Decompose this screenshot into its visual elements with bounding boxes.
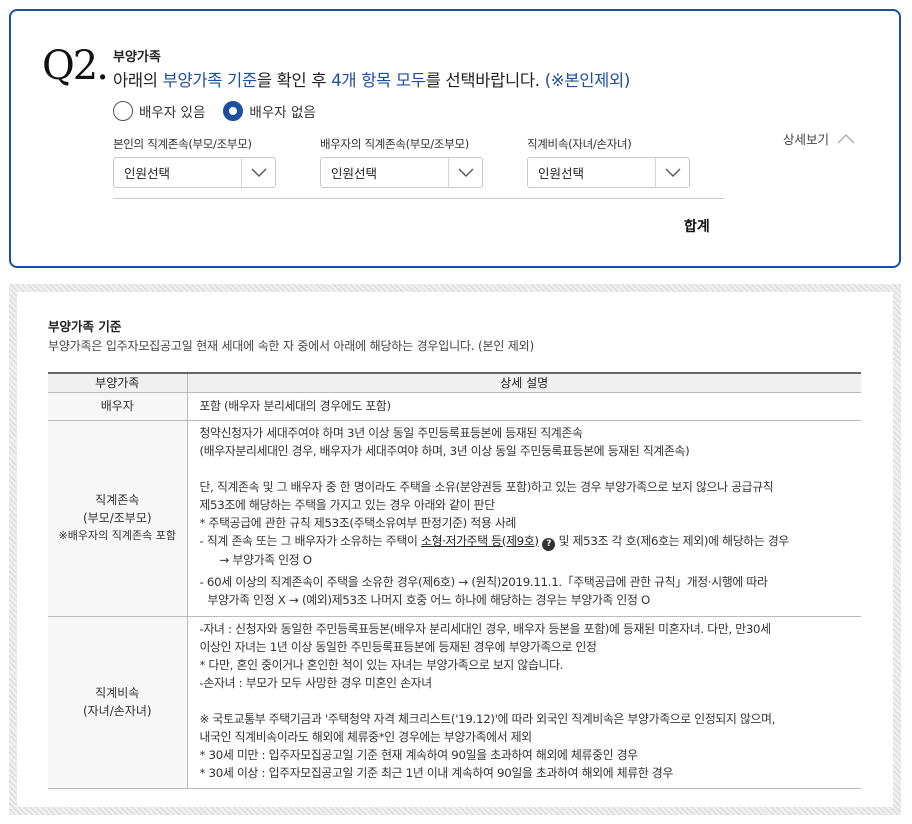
detail-toggle-button[interactable]: 상세보기 (783, 129, 855, 148)
row-name-line: 직계비속 (95, 686, 140, 700)
desc-line: * 30세 이상 : 입주자모집공고일 기준 최근 1년 이내 계속하여 90일… (199, 765, 674, 780)
desc-line: → 부양가족 인정 O (219, 552, 313, 567)
desc-line: 내국인 직계비속이라도 해외에 체류중*인 경우에는 부양가족에서 제외 (199, 729, 533, 744)
desc-line: * 주택공급에 관한 규칙 제53조(주택소유여부 판정기준) 적용 사례 (199, 515, 517, 530)
dependent-selects: 본인의 직계존속(부모/조부모) 인원선택 배우자의 직계존속(부모/조부모) … (113, 136, 734, 188)
radio-label: 배우자 없음 (249, 105, 316, 121)
question-text-highlight: 4개 항목 모두 (331, 71, 426, 90)
desc-line: * 다만, 혼인 중이거나 혼인한 적이 있는 자녀는 부양가족으로 보지 않습… (199, 657, 564, 672)
criteria-desc: 부양가족은 입주자모집공고일 현재 세대에 속한 자 중에서 아래에 해당하는 … (48, 339, 534, 353)
children-select[interactable]: 인원선택 (527, 157, 690, 188)
desc-line: * 30세 미만 : 입주자모집공고일 기준 현재 계속하여 90일을 초과하여… (199, 747, 639, 762)
select-value: 인원선택 (331, 166, 378, 181)
radio-circle-unchecked[interactable] (113, 101, 133, 121)
desc-line: -자녀 : 신청자와 동일한 주민등록표등본(배우자 분리세대인 경우, 배우자… (199, 621, 772, 636)
row-name-line: (자녀/손자녀) (82, 704, 152, 718)
small-low-price-house-link[interactable]: 소형·저가주택 등(제9호) (421, 534, 539, 548)
table-row: 직계비속 (자녀/손자녀) -자녀 : 신청자와 동일한 주민등록표등본(배우자… (48, 616, 861, 789)
row-name-note: ※배우자의 직계존속 포함 (58, 529, 176, 542)
chevron-down-icon[interactable] (241, 158, 275, 187)
select-label: 배우자의 직계존속(부모/조부모) (320, 137, 469, 151)
column-header: 상세 설명 (187, 372, 861, 393)
spouse-parents-select[interactable]: 인원선택 (320, 157, 483, 188)
row-name-spouse: 배우자 (48, 392, 188, 421)
detail-toggle-label: 상세보기 (782, 132, 829, 147)
radio-label: 배우자 있음 (139, 105, 206, 121)
desc-text: 및 제53조 각 호(제6호는 제외)에 해당하는 경우 (555, 533, 790, 548)
desc-line: - 직계 존속 또는 그 배우자가 소유하는 주택이 소형·저가주택 등(제9호… (200, 532, 862, 551)
radio-circle-checked[interactable] (223, 101, 244, 121)
select-group-own-parents: 본인의 직계존속(부모/조부모) 인원선택 (113, 136, 320, 188)
select-group-children: 직계비속(자녀/손자녀) 인원선택 (527, 136, 734, 188)
desc-line: 제53조에 해당하는 주택을 가지고 있는 경우 아래와 같이 판단 (199, 497, 496, 512)
divider (113, 198, 724, 199)
row-desc-parents: 청약신청자가 세대주여야 하며 3년 이상 동일 주민등록표등본에 등재된 직계… (187, 420, 862, 617)
own-parents-select[interactable]: 인원선택 (113, 157, 276, 188)
sum-label: 합계 (684, 219, 710, 235)
criteria-title: 부양가족 기준 (48, 319, 122, 334)
column-header: 부양가족 (48, 372, 188, 393)
question-text-highlight: (※본인제외) (544, 71, 631, 90)
spouse-radio-group: 배우자 있음 배우자 없음 (113, 101, 334, 121)
table-row: 배우자 포함 (배우자 분리세대의 경우에도 포함) (48, 392, 861, 421)
question-number: Q2. (42, 43, 109, 89)
desc-text: - 직계 존속 또는 그 배우자가 소유하는 주택이 (199, 533, 422, 548)
question-text: 아래의 부양가족 기준을 확인 후 4개 항목 모두를 선택바랍니다. (※본인… (113, 67, 630, 91)
row-name-parents: 직계존속 (부모/조부모) ※배우자의 직계존속 포함 (48, 420, 188, 617)
desc-line: 청약신청자가 세대주여야 하며 3년 이상 동일 주민등록표등본에 등재된 직계… (199, 425, 583, 440)
table-header-row: 부양가족 상세 설명 (48, 372, 861, 393)
radio-spouse-no[interactable]: 배우자 없음 (223, 101, 316, 121)
question-text-part: 을 확인 후 (256, 71, 332, 90)
row-desc-children: -자녀 : 신청자와 동일한 주민등록표등본(배우자 분리세대인 경우, 배우자… (187, 616, 861, 789)
row-name-line: 직계존속 (95, 493, 140, 507)
criteria-content: 부양가족 기준 부양가족은 입주자모집공고일 현재 세대에 속한 자 중에서 아… (17, 292, 893, 807)
question-text-highlight: 부양가족 기준 (162, 71, 258, 90)
chevron-up-icon (837, 134, 855, 144)
question-number-text: Q2 (42, 43, 98, 89)
question-category: 부양가족 (113, 50, 161, 65)
desc-line: 단, 직계존속 및 그 배우자 중 한 명이라도 주택을 소유(분양권등 포함)… (199, 479, 774, 494)
question-text-part: 아래의 (113, 71, 163, 90)
question-text-part: 를 선택바랍니다. (425, 71, 545, 90)
chevron-down-icon[interactable] (448, 158, 482, 187)
select-label: 직계비속(자녀/손자녀) (527, 137, 632, 151)
select-value: 인원선택 (124, 166, 171, 181)
chevron-down-icon[interactable] (655, 158, 689, 187)
desc-line: (배우자분리세대인 경우, 배우자가 세대주여야 하며, 3년 이상 동일 주민… (199, 443, 690, 458)
criteria-panel: 부양가족 기준 부양가족은 입주자모집공고일 현재 세대에 속한 자 중에서 아… (9, 284, 901, 815)
desc-line: ※ 국토교통부 주택기금과 '주택청약 자격 체크리스트('19.12)'에 따… (199, 711, 776, 726)
desc-line: - 60세 이상의 직계존속이 주택을 소유한 경우(제6호) → (원칙)20… (199, 574, 768, 589)
row-name-line: (부모/조부모) (82, 511, 152, 525)
select-label: 본인의 직계존속(부모/조부모) (113, 137, 252, 151)
table-row: 직계존속 (부모/조부모) ※배우자의 직계존속 포함 청약신청자가 세대주여야… (48, 420, 862, 617)
desc-line: 부양가족 인정 X → (예외)제53조 나머지 호중 어느 하나에 해당하는 … (207, 592, 651, 607)
row-desc-spouse: 포함 (배우자 분리세대의 경우에도 포함) (187, 392, 861, 421)
criteria-table: 부양가족 상세 설명 배우자 포함 (배우자 분리세대의 경우에도 포함) 직계… (48, 372, 861, 789)
desc-line: -손자녀 : 부모가 모두 사망한 경우 미혼인 손자녀 (199, 675, 433, 690)
select-value: 인원선택 (538, 166, 585, 181)
radio-spouse-yes[interactable]: 배우자 있음 (113, 101, 205, 121)
question-help-icon[interactable]: ? (542, 537, 556, 551)
question-number-dot: . (96, 43, 109, 89)
row-name-children: 직계비속 (자녀/손자녀) (48, 616, 188, 789)
select-group-spouse-parents: 배우자의 직계존속(부모/조부모) 인원선택 (320, 136, 527, 188)
desc-line: 이상인 자녀는 1년 이상 동일한 주민등록표등본에 등재된 경우에 부양가족으… (199, 639, 597, 654)
question-panel: Q2. 부양가족 아래의 부양가족 기준을 확인 후 4개 항목 모두를 선택바… (9, 9, 901, 268)
